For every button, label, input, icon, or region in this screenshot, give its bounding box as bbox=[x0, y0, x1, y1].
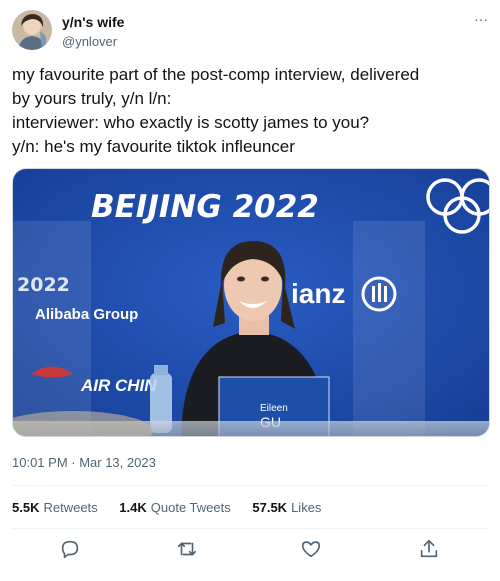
likes-label: Likes bbox=[291, 500, 322, 515]
engagement-stats: 5.5K Retweets 1.4K Quote Tweets 57.5K Likes bbox=[12, 500, 339, 516]
tweet-body: my favourite part of the post-comp inter… bbox=[12, 63, 490, 159]
retweets-stat[interactable]: 5.5K Retweets bbox=[12, 500, 98, 516]
svg-text:2022: 2022 bbox=[17, 274, 70, 296]
tweet-line: by yours truly, y/n l/n: bbox=[12, 89, 172, 108]
tweet-timestamp[interactable]: 10:01 PM · Mar 13, 2023 bbox=[12, 455, 156, 471]
banner-text: BEIJING 2022 bbox=[91, 189, 319, 225]
avatar[interactable] bbox=[12, 10, 52, 50]
tweet-header: y/n's wife @ynlover ··· bbox=[12, 8, 488, 56]
quotes-label: Quote Tweets bbox=[150, 500, 231, 515]
retweet-icon[interactable] bbox=[176, 538, 198, 560]
reply-icon[interactable] bbox=[59, 538, 81, 560]
share-icon[interactable] bbox=[418, 538, 440, 560]
sponsor-airchina: AIR CHIN bbox=[80, 376, 157, 395]
tweet-card: y/n's wife @ynlover ··· my favourite par… bbox=[0, 0, 500, 581]
divider bbox=[12, 528, 488, 529]
nameplate-first: Eileen bbox=[260, 403, 288, 414]
tweet-line: y/n: he's my favourite tiktok infleuncer bbox=[12, 137, 295, 156]
tweet-line: my favourite part of the post-comp inter… bbox=[12, 65, 420, 84]
sponsor-alibaba: Alibaba Group bbox=[35, 306, 138, 323]
more-horizontal-icon[interactable]: ··· bbox=[468, 12, 488, 26]
likes-count: 57.5K bbox=[252, 500, 288, 515]
tweet-line: interviewer: who exactly is scotty james… bbox=[12, 113, 370, 132]
heart-icon[interactable] bbox=[300, 538, 322, 560]
quotes-stat[interactable]: 1.4K Quote Tweets bbox=[119, 500, 230, 516]
user-handle[interactable]: @ynlover bbox=[62, 34, 117, 50]
quotes-count: 1.4K bbox=[119, 500, 147, 515]
retweets-count: 5.5K bbox=[12, 500, 40, 515]
divider bbox=[12, 485, 488, 486]
display-name[interactable]: y/n's wife bbox=[62, 14, 124, 30]
sponsor-allianz: ianz bbox=[291, 278, 345, 309]
likes-stat[interactable]: 57.5K Likes bbox=[252, 500, 321, 516]
tweet-photo[interactable]: BEIJING 2022 2022 Alibaba Group ianz AIR… bbox=[12, 168, 490, 437]
tweet-actions bbox=[0, 536, 500, 566]
retweets-label: Retweets bbox=[43, 500, 98, 515]
